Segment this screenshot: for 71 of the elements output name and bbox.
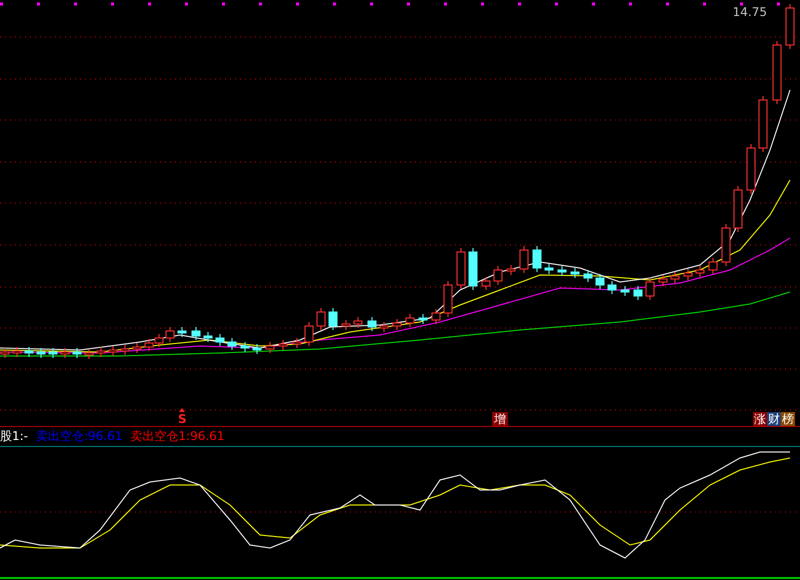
candlestick (48, 348, 58, 358)
candlestick (558, 266, 566, 276)
candlestick (120, 344, 130, 356)
candlestick (758, 96, 768, 152)
candlestick (456, 248, 466, 290)
indicator-legend: 卖出空仓1:96.61 (130, 428, 224, 445)
candlestick (432, 308, 440, 324)
candlestick (342, 320, 350, 330)
candlestick (12, 346, 22, 358)
candlestick (252, 344, 262, 354)
candlestick (178, 326, 186, 338)
indicator-legend: 卖出空仓:96.61 (36, 428, 122, 445)
candlestick (406, 314, 414, 328)
signal-tag: 增 (492, 412, 508, 426)
candlestick (722, 224, 730, 266)
candlestick (418, 314, 428, 324)
candlestick (570, 268, 580, 278)
candlestick (786, 4, 794, 50)
candlestick (544, 264, 554, 274)
candlestick (734, 186, 742, 232)
candlestick (192, 326, 200, 340)
candlestick (646, 278, 654, 300)
candlestick (316, 308, 326, 330)
candlestick (166, 326, 174, 342)
candlestick (24, 346, 34, 358)
candlestick (108, 346, 118, 356)
candlestick (132, 342, 142, 354)
candlestick (494, 266, 502, 286)
candlestick (746, 144, 756, 194)
candlestick (144, 338, 154, 352)
candlestick (708, 258, 718, 274)
candlestick (620, 286, 630, 296)
candlestick (84, 348, 94, 360)
candlestick (354, 316, 362, 328)
candlestick (584, 270, 592, 282)
candlestick (670, 272, 680, 284)
ranking-badge: 涨 (753, 412, 767, 426)
candlestick (368, 316, 376, 332)
candlestick (520, 246, 528, 274)
candlestick (380, 322, 388, 332)
candlestick (634, 286, 642, 300)
candlestick (684, 268, 692, 280)
price-label: 14.75 (732, 5, 767, 19)
candlestick (608, 280, 616, 294)
candlestick (36, 348, 46, 358)
candlestick (60, 348, 70, 358)
candlestick (658, 274, 668, 286)
candlestick (96, 346, 106, 358)
ranking-badge: 财 (767, 412, 781, 426)
candlestick (696, 266, 704, 278)
candlestick (482, 276, 490, 290)
candlestick (240, 342, 250, 352)
candlestick (444, 280, 452, 318)
candlestick (304, 322, 314, 346)
candlestick (392, 318, 402, 330)
candlestick (596, 274, 604, 290)
candlestick (228, 338, 236, 350)
ranking-badge: 榜 (781, 412, 795, 426)
candlestick (468, 248, 478, 290)
candlestick (154, 334, 164, 348)
candlestick (72, 348, 82, 358)
candlestick (278, 340, 288, 350)
candlestick (292, 338, 302, 348)
candlestick (266, 342, 274, 354)
candlestick (772, 40, 782, 104)
indicator-legend: 股1:- (0, 428, 28, 445)
candlestick (532, 246, 542, 272)
candlestick (204, 332, 212, 342)
candlestick (328, 308, 338, 330)
candlestick (216, 334, 224, 346)
candlestick (506, 264, 516, 276)
